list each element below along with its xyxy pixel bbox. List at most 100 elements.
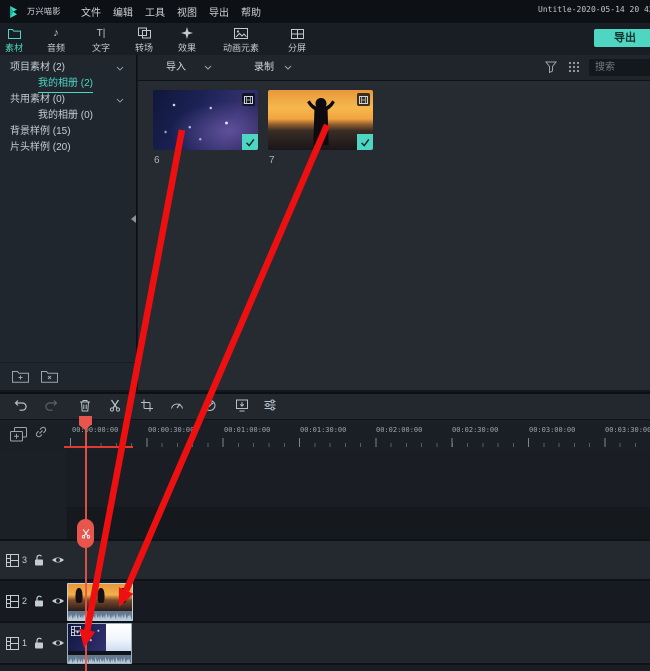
- menu-help[interactable]: 帮助: [239, 4, 263, 19]
- sidebar-item-project-media[interactable]: 项目素材 (2): [0, 61, 136, 75]
- video-track-icon: [6, 637, 19, 650]
- track-row-3: [0, 541, 650, 579]
- menu-file[interactable]: 文件: [79, 4, 103, 19]
- menu-items: 文件 编辑 工具 视图 导出 帮助: [79, 4, 263, 19]
- tab-elements[interactable]: 动画元素: [223, 26, 259, 54]
- export-button[interactable]: 导出: [594, 29, 650, 47]
- sidebar-item-shared-media[interactable]: 共用素材 (0): [0, 93, 136, 107]
- text-icon: T|: [97, 26, 106, 39]
- record-chevron-icon[interactable]: [284, 65, 292, 70]
- effects-icon: [181, 26, 193, 39]
- person-silhouette: [299, 94, 343, 146]
- tab-effects[interactable]: 效果: [178, 26, 196, 54]
- playhead-handle[interactable]: [79, 416, 92, 425]
- clip-audio-waveform: [68, 655, 131, 664]
- sidebar-footer: [0, 362, 136, 390]
- video-track-icon: [6, 554, 19, 567]
- track-manager-icon[interactable]: [9, 426, 28, 443]
- track-header-3: 3: [0, 541, 66, 579]
- timeline-toolbar: [0, 394, 650, 420]
- clip-audio-waveform: [68, 611, 132, 620]
- sidebar-item-background-samples[interactable]: 背景样例 (15): [0, 125, 136, 139]
- grid-view-icon[interactable]: [568, 61, 580, 73]
- media-item-label: 6: [154, 155, 160, 166]
- app-brand-name: 万兴喵影: [27, 6, 61, 17]
- timeline-clip-sunset[interactable]: [67, 583, 133, 621]
- ribbon-tab-bar: 素材 ♪ 音频 T| 文字 转场 效果 动画元素 分屏 导出: [0, 23, 650, 56]
- chevron-down-icon[interactable]: [116, 98, 124, 103]
- music-icon: ♪: [53, 26, 59, 39]
- track-number: 2: [22, 596, 30, 606]
- undo-icon[interactable]: [14, 399, 28, 412]
- adjust-sliders-icon[interactable]: [264, 399, 277, 411]
- tab-audio[interactable]: ♪ 音频: [47, 26, 65, 54]
- sidebar-item-my-album-project[interactable]: 我的相册 (2): [0, 77, 136, 91]
- timeline-panel: 00:00:00:00 00:00:30:00 00:01:00:00 00:0…: [0, 392, 650, 671]
- redo-icon[interactable]: [44, 399, 58, 412]
- timeline-clip-night-sky[interactable]: [67, 623, 132, 664]
- crop-icon[interactable]: [141, 399, 154, 412]
- delete-folder-icon[interactable]: [41, 370, 58, 383]
- delete-icon[interactable]: [79, 399, 91, 412]
- track-number: 3: [22, 555, 30, 565]
- tab-text[interactable]: T| 文字: [92, 26, 110, 54]
- color-chroma-icon[interactable]: [204, 399, 217, 412]
- split-scissors-icon[interactable]: [109, 399, 121, 412]
- menu-edit[interactable]: 编辑: [111, 4, 135, 19]
- playhead-cut-button[interactable]: [77, 519, 94, 548]
- menu-export[interactable]: 导出: [207, 4, 231, 19]
- ruler-timecode: 00:01:00:00: [224, 426, 270, 434]
- track-number: 1: [22, 638, 30, 648]
- lock-icon[interactable]: [34, 637, 44, 649]
- filmora-app-window: 万兴喵影 文件 编辑 工具 视图 导出 帮助 Untitle-2020-05-1…: [0, 0, 650, 671]
- splitscreen-icon: [290, 26, 303, 39]
- media-item-label: 7: [269, 155, 275, 166]
- chevron-down-icon[interactable]: [116, 66, 124, 71]
- add-folder-icon[interactable]: [12, 370, 29, 383]
- app-logo-icon: [8, 5, 22, 19]
- import-button[interactable]: 导入: [166, 55, 186, 80]
- sidebar-item-intro-samples[interactable]: 片头样例 (20): [0, 141, 136, 155]
- media-item-6-thumbnail[interactable]: [153, 90, 258, 150]
- collapse-sidebar-icon[interactable]: [131, 215, 136, 223]
- eye-visibility-icon[interactable]: [51, 638, 65, 648]
- eye-visibility-icon[interactable]: [51, 596, 65, 606]
- tab-transitions[interactable]: 转场: [135, 26, 153, 54]
- render-indicator-line: [64, 446, 133, 448]
- lock-icon[interactable]: [34, 595, 44, 607]
- elements-icon: [234, 26, 248, 39]
- clip-video-frames: [68, 584, 132, 611]
- ruler-timecode: 00:01:30:00: [300, 426, 346, 434]
- media-toolbar: 导入 录制: [138, 55, 650, 81]
- ruler-timecode: 00:00:30:00: [148, 426, 194, 434]
- empty-track-area: [67, 507, 650, 539]
- eye-visibility-icon[interactable]: [51, 555, 65, 565]
- track-header-1: 1: [0, 623, 66, 663]
- ruler-ticks: [66, 438, 650, 447]
- import-chevron-icon[interactable]: [204, 65, 212, 70]
- video-clip-icon: [242, 93, 255, 106]
- transition-icon: [137, 26, 150, 39]
- menu-view[interactable]: 视图: [175, 4, 199, 19]
- filter-icon[interactable]: [545, 61, 557, 73]
- ruler-timecode: 00:03:00:00: [529, 426, 575, 434]
- folder-icon: [7, 26, 20, 39]
- sidebar-item-my-album-shared[interactable]: 我的相册 (0): [0, 109, 136, 123]
- check-badge-icon[interactable]: [242, 134, 258, 150]
- menu-tools[interactable]: 工具: [143, 4, 167, 19]
- tab-media[interactable]: 素材: [5, 26, 23, 54]
- project-title: Untitle-2020-05-14 20 42: [538, 5, 650, 14]
- video-clip-icon: [71, 626, 81, 636]
- record-button[interactable]: 录制: [254, 55, 274, 80]
- render-preview-icon[interactable]: [236, 399, 249, 412]
- media-library-sidebar: 项目素材 (2) 我的相册 (2) 共用素材 (0) 我的相册 (0) 背景样例…: [0, 55, 137, 390]
- media-panel: 导入 录制 6 7: [138, 55, 650, 390]
- media-item-7-thumbnail[interactable]: [268, 90, 373, 150]
- search-input[interactable]: [589, 59, 650, 76]
- tab-splitscreen[interactable]: 分屏: [288, 26, 306, 54]
- ruler-timecode: 00:02:30:00: [452, 426, 498, 434]
- link-icon[interactable]: [34, 425, 48, 439]
- lock-icon[interactable]: [34, 554, 44, 566]
- check-badge-icon[interactable]: [357, 134, 373, 150]
- speed-icon[interactable]: [171, 399, 184, 410]
